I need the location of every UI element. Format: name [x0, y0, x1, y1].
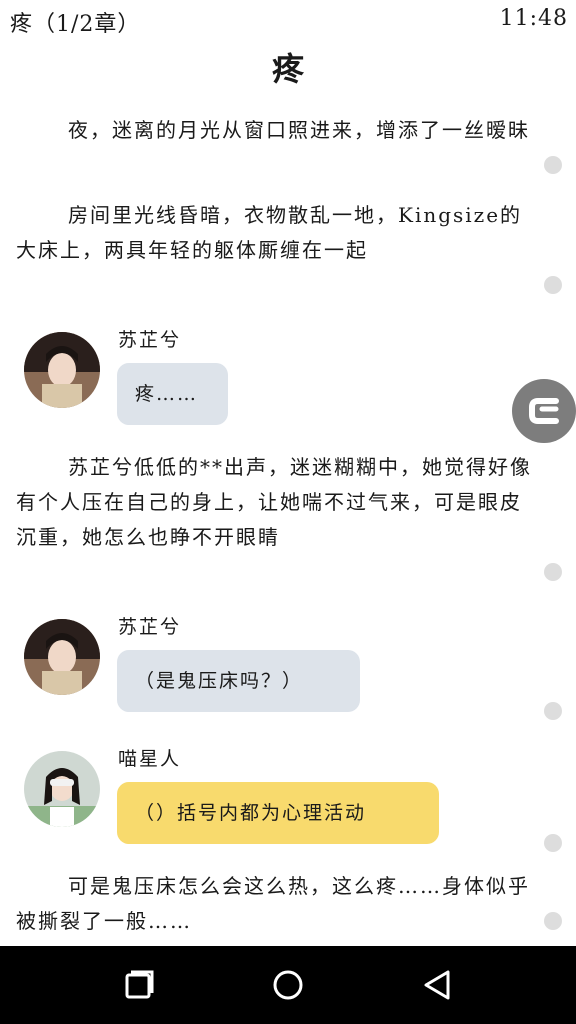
paragraph-4: 可是鬼压床怎么会这么热，这么疼……身体似乎被撕裂了一般……	[16, 869, 536, 939]
chapter-title: 疼	[271, 50, 304, 88]
avatar-image	[24, 751, 100, 827]
paragraph-1: 夜，迷离的月光从窗口照进来，增添了一丝暧昧	[16, 113, 536, 148]
status-bar: 疼（1/2章） 11:48	[0, 0, 576, 44]
chat-bubble: （是鬼压床吗？）	[117, 650, 360, 712]
comment-dot-2[interactable]	[544, 276, 562, 294]
chat-bubble: 疼……	[117, 363, 228, 425]
paragraph-4-text: 可是鬼压床怎么会这么热，这么疼……身体似乎被撕裂了一般……	[16, 874, 530, 933]
paragraph-3-text: 苏芷兮低低的**出声，迷迷糊糊中，她觉得好像有个人压在自己的身上，让她喘不过气来…	[16, 455, 532, 549]
comment-dot-3[interactable]	[544, 563, 562, 581]
paragraph-1-text: 夜，迷离的月光从窗口照进来，增添了一丝暧昧	[68, 118, 530, 142]
paragraph-3: 苏芷兮低低的**出声，迷迷糊糊中，她觉得好像有个人压在自己的身上，让她喘不过气来…	[16, 450, 536, 555]
c-letter-icon	[529, 398, 559, 424]
back-icon	[424, 970, 450, 1000]
back-button[interactable]	[408, 960, 468, 1010]
status-chapter-title: 疼（1/2章）	[10, 12, 141, 37]
navigation-bar	[0, 946, 576, 1024]
avatar-image	[24, 332, 100, 408]
paragraph-2-text: 房间里光线昏暗，衣物散乱一地，Kingsize的大床上，两具年轻的躯体厮缠在一起	[16, 203, 523, 262]
avatar[interactable]	[24, 332, 100, 408]
speaker-name: 苏芷兮	[118, 616, 182, 638]
floating-action-button[interactable]	[512, 379, 576, 443]
speaker-name: 喵星人	[118, 748, 182, 770]
avatar[interactable]	[24, 751, 100, 827]
speaker-name: 苏芷兮	[118, 329, 182, 351]
paragraph-2: 房间里光线昏暗，衣物散乱一地，Kingsize的大床上，两具年轻的躯体厮缠在一起	[16, 198, 536, 268]
home-icon	[273, 970, 303, 1000]
recent-apps-icon	[125, 970, 154, 999]
home-button[interactable]	[258, 960, 318, 1010]
chat-bubble: （）括号内都为心理活动	[117, 782, 439, 844]
comment-dot-1[interactable]	[544, 156, 562, 174]
comment-dot-6[interactable]	[544, 912, 562, 930]
comment-dot-4[interactable]	[544, 702, 562, 720]
status-time: 11:48	[499, 6, 568, 31]
avatar-image	[24, 619, 100, 695]
comment-dot-5[interactable]	[544, 834, 562, 852]
recent-apps-button[interactable]	[108, 960, 168, 1010]
avatar[interactable]	[24, 619, 100, 695]
